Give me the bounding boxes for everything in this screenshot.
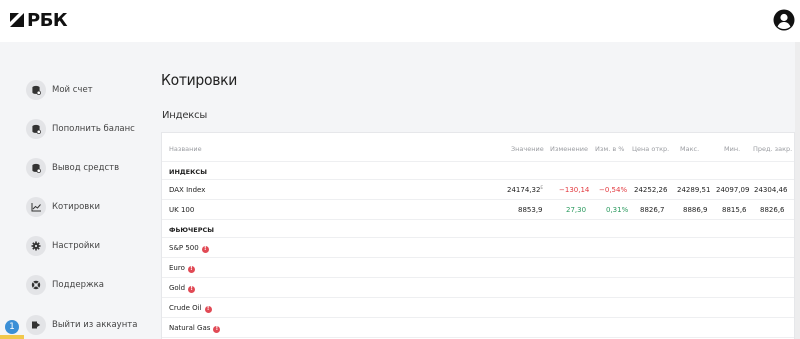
quotes-table: Название Значение Изменение Изм. в % Цен… [161,132,795,339]
sidebar-item-label: Пополнить баланс [52,124,135,134]
info-icon[interactable]: ! [188,286,196,293]
sidebar: Мой счет Пополнить баланс Вывод средств … [0,42,148,339]
column-header-prev-close[interactable]: Пред. закр. [753,145,792,153]
support-icon [26,275,46,295]
notification-badge[interactable]: 1 [5,320,19,334]
instrument-name[interactable]: UK 100 [169,206,194,214]
info-icon[interactable]: ! [213,326,221,333]
table-row[interactable]: Euro! [162,258,794,278]
sidebar-item-account[interactable]: Мой счет [26,79,93,101]
cell-prev-close: 8826,6 [760,206,785,214]
column-header-open[interactable]: Цена откр. [632,145,669,153]
table-row[interactable]: S&P 500! [162,238,794,258]
cell-value: 24174,32E [507,186,543,194]
cell-change: −130,14 [559,186,590,194]
page-title: Котировки [161,71,237,89]
group-row-futures: ФЬЮЧЕРСЫ [162,220,794,238]
sidebar-item-logout[interactable]: Выйти из аккаунта [26,314,137,336]
instrument-label: Natural Gas [169,324,211,332]
cell-min: 8815,6 [722,206,747,214]
sidebar-item-deposit[interactable]: Пополнить баланс [26,118,135,140]
table-row[interactable]: Crude Oil! [162,298,794,318]
logo-text: РБК [27,9,68,31]
table-header: Название Значение Изменение Изм. в % Цен… [162,133,794,162]
instrument-name[interactable]: DAX Index [169,186,205,194]
instrument-label: Euro [169,264,185,272]
value-text: 24174,32 [507,186,541,194]
top-bar: РБК [0,0,800,42]
sidebar-item-label: Настройки [52,241,101,251]
info-icon[interactable]: ! [204,306,212,313]
coins-withdraw-icon [26,158,46,178]
cell-open: 24252,26 [634,186,668,194]
cell-max: 8886,9 [683,206,708,214]
cell-open: 8826,7 [640,206,665,214]
user-circle-icon[interactable] [773,9,795,31]
sidebar-item-label: Мой счет [52,85,93,95]
group-label: ФЬЮЧЕРСЫ [169,226,214,234]
sidebar-item-label: Вывод средств [52,163,120,173]
instrument-name[interactable]: Euro! [169,264,195,273]
cell-change-pct: 0,31% [606,206,629,214]
sidebar-item-label: Поддержка [52,280,104,290]
badge-accent-bar [0,335,24,339]
cell-prev-close: 24304,46 [754,186,788,194]
instrument-name[interactable]: Natural Gas! [169,324,221,333]
info-icon[interactable]: ! [187,266,195,273]
logo[interactable]: РБК [10,9,68,31]
instrument-label: Gold [169,284,186,292]
coins-icon [26,80,46,100]
cell-min: 24097,09 [716,186,750,194]
info-icon[interactable]: ! [201,246,209,253]
instrument-label: Crude Oil [169,304,202,312]
sidebar-item-settings[interactable]: Настройки [26,235,100,257]
instrument-name[interactable]: Crude Oil! [169,304,212,313]
table-row[interactable]: DAX Index 24174,32E −130,14 −0,54% 24252… [162,180,794,200]
cell-change: 27,30 [566,206,587,214]
sidebar-item-label: Выйти из аккаунта [52,320,138,330]
column-header-name[interactable]: Название [169,145,202,153]
sidebar-item-label: Котировки [52,202,100,212]
sidebar-item-support[interactable]: Поддержка [26,274,104,296]
logo-mark-icon [10,13,24,27]
column-header-change-pct[interactable]: Изм. в % [595,145,624,153]
sidebar-item-quotes[interactable]: Котировки [26,196,100,218]
section-title: Индексы [162,110,208,121]
instrument-label: S&P 500 [169,244,199,252]
logout-icon [26,315,46,335]
chart-icon [26,197,46,217]
gear-icon [26,236,46,256]
column-header-max[interactable]: Макс. [680,145,699,153]
sidebar-item-withdraw[interactable]: Вывод средств [26,157,119,179]
table-row[interactable]: Gold! [162,278,794,298]
instrument-name[interactable]: Gold! [169,284,196,293]
group-row-indices: ИНДЕКСЫ [162,162,794,180]
column-header-min[interactable]: Мин. [724,145,740,153]
table-row[interactable]: Natural Gas! [162,318,794,338]
group-label: ИНДЕКСЫ [169,168,207,176]
column-header-change[interactable]: Изменение [550,145,588,153]
scrollbar[interactable] [795,42,800,339]
instrument-name[interactable]: S&P 500! [169,244,209,253]
cell-max: 24289,51 [677,186,711,194]
value-superscript: E [540,186,544,191]
cell-value: 8853,9 [518,206,543,214]
column-header-value[interactable]: Значение [511,145,544,153]
cell-change-pct: −0,54% [599,186,628,194]
coins-plus-icon [26,119,46,139]
table-row[interactable]: UK 100 8853,9 27,30 0,31% 8826,7 8886,9 … [162,200,794,220]
